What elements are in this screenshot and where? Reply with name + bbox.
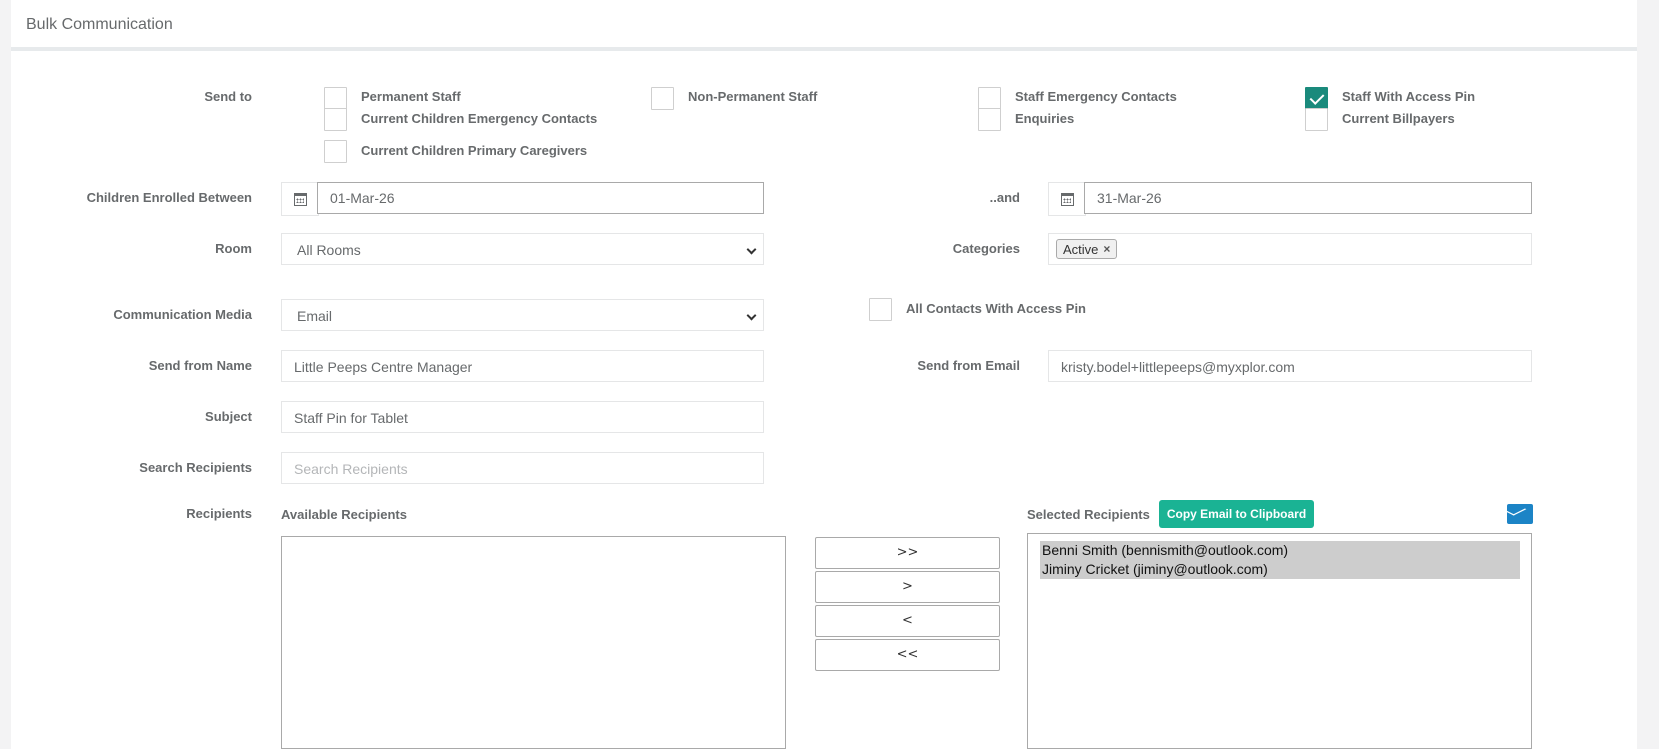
chevron-down-icon (746, 244, 757, 255)
category-tag-active: Active × (1056, 239, 1118, 259)
communication-media-value: Email (297, 308, 333, 324)
room-select-value: All Rooms (297, 242, 361, 258)
checkbox-current-children-emergency-contacts[interactable] (324, 108, 347, 131)
categories-label: Categories (952, 241, 1020, 256)
move-left-button[interactable]: < (815, 605, 1000, 637)
room-select[interactable]: All Rooms (281, 233, 764, 265)
bulk-communication-panel: Bulk Communication Send to Permanent Sta… (11, 0, 1637, 749)
page-title: Bulk Communication (26, 16, 173, 33)
enrolled-from-date-input[interactable]: 01-Mar-26 (317, 182, 764, 214)
calendar-icon (1060, 192, 1074, 206)
enrolled-from-calendar-button[interactable] (281, 182, 319, 216)
option-label-staff-with-access-pin: Staff With Access Pin (1342, 89, 1476, 104)
send-to-label: Send to (204, 89, 252, 104)
communication-media-label: Communication Media (113, 307, 252, 322)
checkbox-enquiries[interactable] (978, 108, 1001, 131)
send-from-email-input[interactable]: kristy.bodel+littlepeeps@myxplor.com (1048, 350, 1532, 382)
checkbox-current-children-primary-caregivers[interactable] (324, 140, 347, 163)
option-label-current-billpayers: Current Billpayers (1342, 111, 1455, 126)
copy-email-to-clipboard-button[interactable]: Copy Email to Clipboard (1159, 500, 1314, 528)
checkbox-staff-emergency-contacts[interactable] (978, 87, 1001, 110)
enrolled-to-date-input[interactable]: 31-Mar-26 (1084, 182, 1532, 214)
available-recipients-label: Available Recipients (281, 507, 407, 522)
option-label-non-permanent-staff: Non-Permanent Staff (688, 89, 818, 104)
enrolled-and-label: ..and (989, 190, 1020, 205)
checkbox-current-billpayers[interactable] (1305, 108, 1328, 131)
list-item[interactable]: Jiminy Cricket (jiminy@outlook.com) (1040, 560, 1520, 579)
selected-recipients-list[interactable]: Benni Smith (bennismith@outlook.com) Jim… (1027, 533, 1532, 749)
subject-label: Subject (205, 409, 252, 424)
recipients-label: Recipients (186, 506, 252, 521)
subject-input[interactable]: Staff Pin for Tablet (281, 401, 764, 433)
option-label-staff-emergency-contacts: Staff Emergency Contacts (1015, 89, 1177, 104)
calendar-icon (293, 192, 307, 206)
selected-recipients-label: Selected Recipients (1027, 507, 1150, 522)
available-recipients-list[interactable] (281, 536, 786, 749)
checkbox-all-contacts-with-access-pin[interactable] (869, 298, 892, 321)
search-recipients-input[interactable]: Search Recipients (281, 452, 764, 484)
checkbox-staff-with-access-pin[interactable] (1305, 87, 1328, 110)
send-from-name-label: Send from Name (148, 358, 252, 373)
remove-tag-icon[interactable]: × (1103, 242, 1110, 256)
option-label-permanent-staff: Permanent Staff (361, 89, 461, 104)
option-label-current-children-primary-caregivers: Current Children Primary Caregivers (361, 143, 588, 158)
all-contacts-with-access-pin-label: All Contacts With Access Pin (906, 301, 1086, 316)
categories-multiselect[interactable] (1048, 233, 1532, 265)
children-enrolled-label: Children Enrolled Between (86, 190, 252, 205)
communication-media-select[interactable]: Email (281, 299, 764, 331)
search-recipients-label: Search Recipients (139, 460, 252, 475)
move-all-right-button[interactable]: >> (815, 537, 1000, 569)
send-from-name-input[interactable]: Little Peeps Centre Manager (281, 350, 764, 382)
chevron-down-icon (746, 310, 757, 321)
checkbox-permanent-staff[interactable] (324, 87, 347, 110)
move-all-left-button[interactable]: << (815, 639, 1000, 671)
room-label: Room (215, 241, 252, 256)
enrolled-to-calendar-button[interactable] (1048, 182, 1086, 216)
move-right-button[interactable]: > (815, 571, 1000, 603)
panel-header: Bulk Communication (11, 0, 1637, 51)
envelope-icon[interactable] (1507, 504, 1533, 524)
list-item[interactable]: Benni Smith (bennismith@outlook.com) (1040, 541, 1520, 560)
option-label-current-children-emergency-contacts: Current Children Emergency Contacts (361, 111, 598, 126)
checkbox-non-permanent-staff[interactable] (651, 87, 674, 110)
send-from-email-label: Send from Email (917, 358, 1020, 373)
option-label-enquiries: Enquiries (1015, 111, 1075, 126)
category-tag-label: Active (1063, 241, 1099, 257)
